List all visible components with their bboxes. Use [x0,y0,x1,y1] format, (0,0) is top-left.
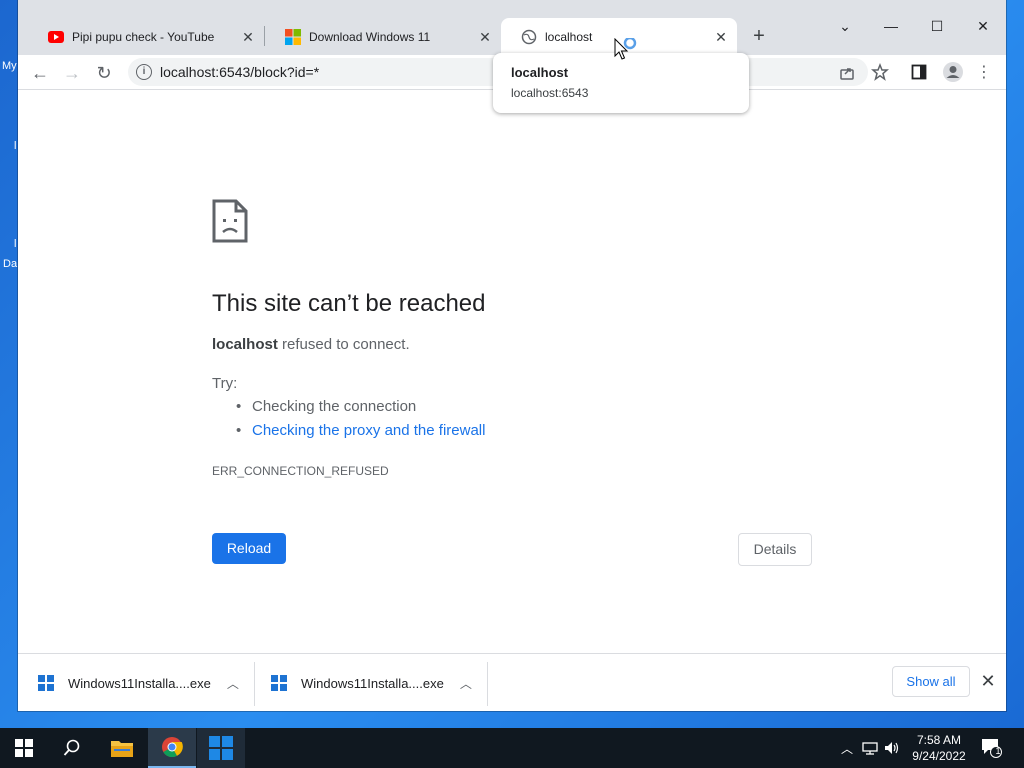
error-description: localhost refused to connect. [212,336,410,353]
download-divider [487,662,488,706]
download-item[interactable]: Windows11Installa....exe ︿ [38,662,258,704]
start-button[interactable] [0,728,48,768]
url-text[interactable]: localhost:6543/block?id=* [160,64,319,80]
forward-button[interactable]: → [58,59,86,87]
bookmark-star-icon[interactable] [871,63,889,81]
windows-logo-icon [38,675,54,691]
back-button[interactable]: ← [26,59,54,87]
error-description-rest: refused to connect. [277,336,410,353]
globe-icon [521,29,537,44]
share-icon[interactable] [838,64,856,82]
maximize-button[interactable]: ☐ [914,12,960,40]
site-info-icon[interactable]: i [136,64,152,80]
error-page: This site can’t be reached localhost ref… [18,91,1006,653]
desktop-icon-label[interactable]: l [14,238,16,250]
clock-time: 7:58 AM [916,733,962,747]
microsoft-icon [285,28,301,45]
tab-hover-card: localhost localhost:6543 [493,53,749,113]
try-label: Try: [212,375,238,392]
download-filename: Windows11Installa....exe [68,675,211,691]
clock-date: 9/24/2022 [912,749,966,763]
tab-strip: Pipi pupu check - YouTube ✕ Download Win… [18,0,1006,55]
desktop-icon-label[interactable]: Da [3,258,17,270]
profile-avatar-icon[interactable] [942,61,964,83]
taskbar-file-explorer[interactable] [98,728,146,768]
new-tab-button[interactable]: + [748,25,770,47]
download-filename: Windows11Installa....exe [301,675,444,691]
tab-title: Pipi pupu check - YouTube [72,29,215,44]
chrome-icon [162,737,183,758]
suggestions-list: Checking the connection Checking the pro… [236,398,485,446]
error-code: ERR_CONNECTION_REFUSED [212,464,389,478]
windows-taskbar: ︿ 7:58 AM 9/24/2022 1 [0,728,1024,768]
suggestion-link-proxy-firewall[interactable]: Checking the proxy and the firewall [236,422,485,440]
windows-logo-icon [209,736,233,760]
notification-count: 1 [995,746,1001,756]
hover-card-url: localhost:6543 [511,86,589,100]
taskbar-chrome[interactable] [148,728,196,768]
windows-start-icon [15,739,33,757]
chrome-window: Pipi pupu check - YouTube ✕ Download Win… [18,0,1006,711]
mouse-cursor-busy-icon [614,38,637,60]
desktop-icon-label[interactable]: l [14,140,16,152]
download-divider [254,662,255,706]
volume-icon[interactable] [884,741,900,755]
details-button[interactable]: Details [738,533,812,566]
download-shelf: Windows11Installa....exe ︿ Windows11Inst… [18,653,1006,711]
tab-close-icon[interactable]: ✕ [477,29,493,45]
tab-close-icon[interactable]: ✕ [713,29,729,45]
minimize-button[interactable]: — [868,12,914,40]
show-hidden-icons-chevron-icon[interactable]: ︿ [838,740,856,757]
folder-icon [111,741,133,757]
chevron-up-icon[interactable]: ︿ [460,675,472,692]
network-icon[interactable] [862,741,878,755]
sad-page-icon [212,199,248,243]
show-all-downloads-button[interactable]: Show all [892,666,970,697]
windows-logo-icon [271,675,287,691]
tab-youtube[interactable]: Pipi pupu check - YouTube ✕ [28,18,264,55]
tab-download-windows[interactable]: Download Windows 11 ✕ [265,18,501,55]
tab-search-button[interactable]: ⌄ [822,12,868,40]
close-window-button[interactable]: ✕ [960,12,1006,40]
suggestion-item: Checking the connection [236,398,485,416]
error-title: This site can’t be reached [212,290,486,317]
system-tray: ︿ [838,728,900,768]
reload-button[interactable]: ↻ [90,59,118,87]
close-shelf-icon[interactable]: ✕ [978,671,998,691]
action-center-button[interactable]: 1 [980,736,1006,760]
menu-kebab-icon[interactable]: ⋮ [970,59,998,87]
taskbar-windows-installer[interactable] [197,728,245,768]
hover-card-title: localhost [511,65,569,80]
tab-close-icon[interactable]: ✕ [240,29,256,45]
search-icon [63,739,80,756]
youtube-icon [48,30,64,43]
error-host: localhost [212,336,278,353]
tab-title: Download Windows 11 [309,29,431,44]
reload-page-button[interactable]: Reload [212,533,286,564]
search-button[interactable] [48,728,96,768]
system-clock[interactable]: 7:58 AM 9/24/2022 [904,732,974,764]
desktop-icon-label[interactable]: My [2,60,17,72]
side-panel-icon[interactable] [911,64,927,80]
chevron-up-icon[interactable]: ︿ [227,675,239,692]
download-item[interactable]: Windows11Installa....exe ︿ [271,662,491,704]
